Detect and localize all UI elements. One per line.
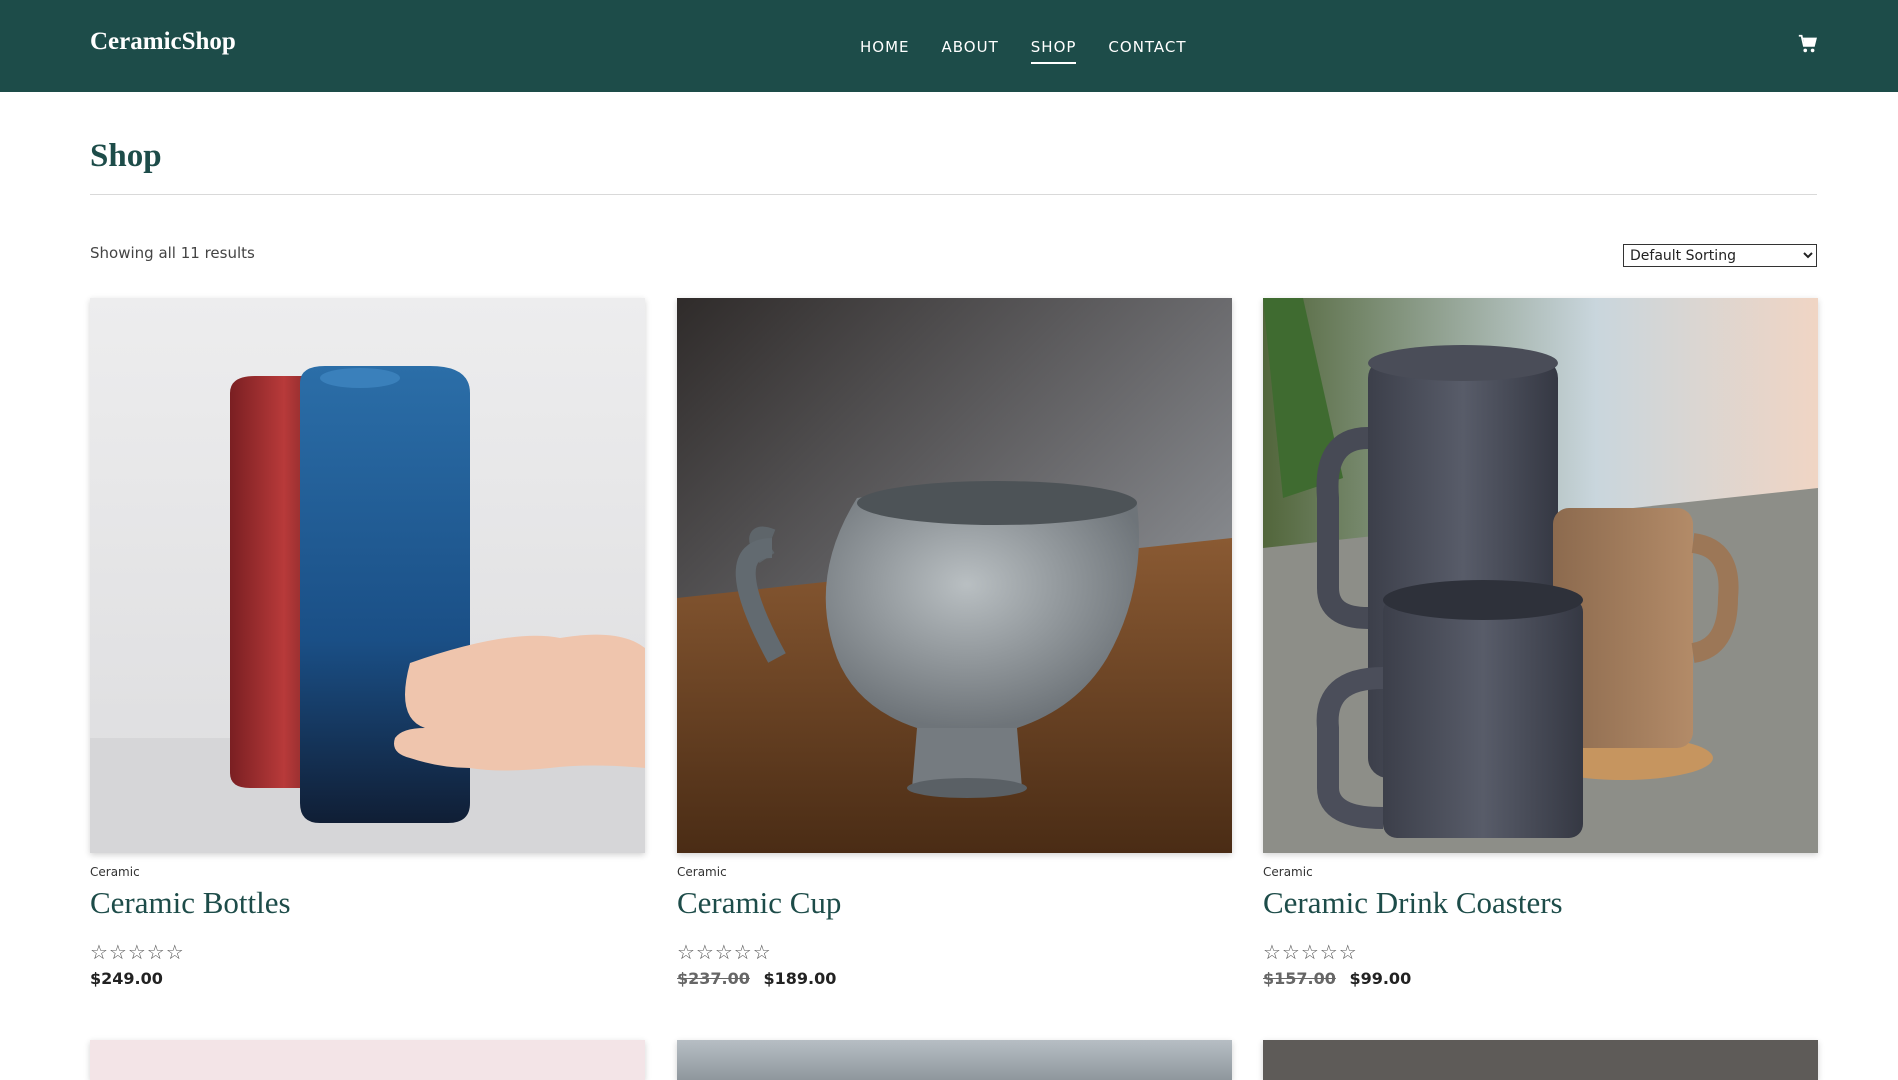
nav-about[interactable]: ABOUT bbox=[942, 38, 999, 64]
star-rating: ☆☆☆☆☆ bbox=[1263, 942, 1358, 964]
nav-contact[interactable]: CONTACT bbox=[1108, 38, 1186, 64]
cart-icon[interactable] bbox=[1797, 33, 1819, 55]
sale-price: $99.00 bbox=[1349, 969, 1412, 988]
product-image[interactable] bbox=[677, 298, 1232, 853]
star-rating: ☆☆☆☆☆ bbox=[90, 942, 185, 964]
nav-shop[interactable]: SHOP bbox=[1030, 38, 1077, 64]
original-price: $237.00 bbox=[677, 969, 750, 988]
sale-price: $189.00 bbox=[763, 969, 837, 988]
main-nav: HOME ABOUT SHOP CONTACT bbox=[860, 38, 1219, 64]
product-category: Ceramic bbox=[90, 865, 140, 879]
product-category: Ceramic bbox=[1263, 865, 1313, 879]
product-title[interactable]: Ceramic Bottles bbox=[90, 885, 645, 921]
current-price: $249.00 bbox=[90, 969, 163, 988]
site-logo[interactable]: CeramicShop bbox=[90, 28, 236, 56]
product-image-partial[interactable] bbox=[677, 1040, 1232, 1080]
site-header: CeramicShop HOME ABOUT SHOP CONTACT bbox=[0, 0, 1898, 92]
product-card[interactable]: Ceramic Ceramic Drink Coasters ☆☆☆☆☆ $15… bbox=[1263, 298, 1818, 988]
product-title[interactable]: Ceramic Drink Coasters bbox=[1263, 885, 1818, 921]
original-price: $157.00 bbox=[1263, 969, 1336, 988]
product-price: $237.00 $189.00 bbox=[677, 969, 1232, 988]
sort-select[interactable]: Default Sorting bbox=[1623, 244, 1817, 267]
product-card[interactable]: Ceramic Ceramic Bottles ☆☆☆☆☆ $249.00 bbox=[90, 298, 645, 988]
product-image[interactable] bbox=[90, 298, 645, 853]
product-category: Ceramic bbox=[677, 865, 727, 879]
product-price: $249.00 bbox=[90, 969, 645, 988]
star-rating: ☆☆☆☆☆ bbox=[677, 942, 772, 964]
page-title: Shop bbox=[90, 138, 162, 174]
product-image-partial[interactable] bbox=[90, 1040, 645, 1080]
nav-home[interactable]: HOME bbox=[860, 38, 910, 64]
product-price: $157.00 $99.00 bbox=[1263, 969, 1818, 988]
product-image[interactable] bbox=[1263, 298, 1818, 853]
product-title[interactable]: Ceramic Cup bbox=[677, 885, 1232, 921]
title-divider bbox=[90, 194, 1817, 195]
product-image-partial[interactable] bbox=[1263, 1040, 1818, 1080]
result-count: Showing all 11 results bbox=[90, 244, 255, 262]
product-card[interactable]: Ceramic Ceramic Cup ☆☆☆☆☆ $237.00 $189.0… bbox=[677, 298, 1232, 988]
